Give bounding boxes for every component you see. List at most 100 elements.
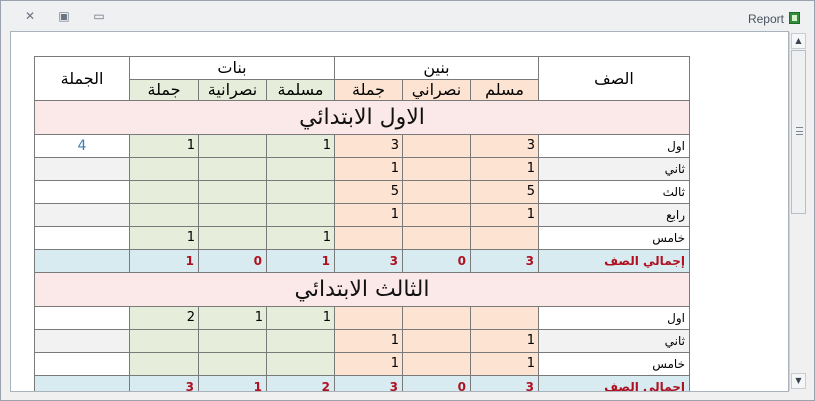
scroll-thumb[interactable] (791, 50, 806, 214)
close-icon[interactable]: ✕ (21, 9, 39, 23)
totals-boys-total: 3 (334, 375, 403, 391)
girls-muslim-cell: 1 (266, 134, 335, 158)
totals-boys-muslim: 3 (470, 249, 539, 273)
row-grand-total (34, 226, 130, 250)
girls-total-cell (129, 329, 199, 353)
girls-muslim-cell (266, 180, 335, 204)
row-label: رابع (538, 203, 690, 227)
report-icon (789, 12, 800, 24)
girls-christian-cell (198, 203, 267, 227)
restore-icon[interactable]: ▣ (55, 9, 73, 23)
girls-christian-cell (198, 329, 267, 353)
row-grand-total (34, 329, 130, 353)
boys-christian-cell (402, 352, 471, 376)
row-grand-total: 4 (34, 134, 130, 158)
header-girls: بنات (129, 56, 335, 80)
row-label: اول (538, 306, 690, 330)
header-girls-muslim: مسلمة (266, 79, 335, 101)
totals-boys-christian: 0 (402, 375, 471, 391)
row-label: خامس (538, 226, 690, 250)
girls-christian-cell (198, 352, 267, 376)
girls-muslim-cell (266, 329, 335, 353)
scroll-down-arrow-icon[interactable]: ▼ (791, 373, 806, 389)
window-title: Report (747, 12, 784, 26)
girls-total-cell: 1 (129, 226, 199, 250)
girls-total-cell (129, 352, 199, 376)
totals-empty (34, 375, 130, 391)
header-total: الجملة (34, 56, 130, 101)
header-boys: بنين (334, 56, 539, 80)
scroll-up-arrow-icon[interactable]: ▲ (791, 33, 806, 49)
totals-girls-christian: 1 (198, 375, 267, 391)
totals-label: إجمالي الصف (538, 375, 690, 391)
row-grand-total (34, 157, 130, 181)
totals-girls-total: 1 (129, 249, 199, 273)
boys-muslim-cell: 1 (470, 157, 539, 181)
boys-muslim-cell: 1 (470, 329, 539, 353)
totals-boys-christian: 0 (402, 249, 471, 273)
boys-christian-cell (402, 157, 471, 181)
totals-girls-muslim: 2 (266, 375, 335, 391)
girls-christian-cell (198, 226, 267, 250)
header-class: الصف (538, 56, 690, 101)
girls-total-cell (129, 157, 199, 181)
boys-christian-cell (402, 306, 471, 330)
minimize-icon[interactable]: ▭ (90, 9, 108, 23)
boys-muslim-cell: 1 (470, 352, 539, 376)
totals-label: إجمالي الصف (538, 249, 690, 273)
vertical-scrollbar[interactable]: ▲ ▼ (789, 32, 807, 391)
totals-boys-total: 3 (334, 249, 403, 273)
boys-christian-cell (402, 134, 471, 158)
row-label: اول (538, 134, 690, 158)
grip-icon (796, 127, 803, 135)
section-title: الاول الابتدائي (34, 100, 690, 135)
boys-total-cell (334, 306, 403, 330)
row-label: ثاني (538, 157, 690, 181)
row-grand-total (34, 203, 130, 227)
boys-christian-cell (402, 180, 471, 204)
boys-muslim-cell (470, 306, 539, 330)
boys-christian-cell (402, 329, 471, 353)
boys-total-cell: 1 (334, 352, 403, 376)
row-grand-total (34, 352, 130, 376)
report-canvas: الجملة بنات بنين الصف جملة نصرانية مسلمة جملة نص… (10, 31, 789, 392)
boys-christian-cell (402, 226, 471, 250)
totals-girls-total: 3 (129, 375, 199, 391)
girls-muslim-cell: 1 (266, 306, 335, 330)
girls-muslim-cell (266, 352, 335, 376)
girls-christian-cell: 1 (198, 306, 267, 330)
header-boys-total: جملة (334, 79, 403, 101)
totals-boys-muslim: 3 (470, 375, 539, 391)
girls-total-cell (129, 180, 199, 204)
boys-muslim-cell: 3 (470, 134, 539, 158)
girls-christian-cell (198, 134, 267, 158)
header-girls-christian: نصرانية (198, 79, 267, 101)
boys-muslim-cell: 1 (470, 203, 539, 227)
totals-girls-christian: 0 (198, 249, 267, 273)
girls-muslim-cell: 1 (266, 226, 335, 250)
boys-total-cell: 1 (334, 203, 403, 227)
girls-total-cell: 1 (129, 134, 199, 158)
girls-muslim-cell (266, 203, 335, 227)
row-label: ثاني (538, 329, 690, 353)
row-label: خامس (538, 352, 690, 376)
title-bar: ✕ ▣ ▭ Report (1, 1, 814, 31)
boys-total-cell (334, 226, 403, 250)
boys-total-cell: 5 (334, 180, 403, 204)
row-grand-total (34, 306, 130, 330)
boys-total-cell: 3 (334, 134, 403, 158)
report-window: ✕ ▣ ▭ Report الجملة بنات بنين الصف جملة نصران… (0, 0, 815, 401)
girls-christian-cell (198, 180, 267, 204)
girls-muslim-cell (266, 157, 335, 181)
row-grand-total (34, 180, 130, 204)
girls-total-cell (129, 203, 199, 227)
section-title: الثالث الابتدائي (34, 272, 690, 307)
boys-total-cell: 1 (334, 329, 403, 353)
boys-total-cell: 1 (334, 157, 403, 181)
header-girls-total: جملة (129, 79, 199, 101)
header-boys-christian: نصراني (402, 79, 471, 101)
totals-girls-muslim: 1 (266, 249, 335, 273)
boys-muslim-cell (470, 226, 539, 250)
header-boys-muslim: مسلم (470, 79, 539, 101)
totals-empty (34, 249, 130, 273)
